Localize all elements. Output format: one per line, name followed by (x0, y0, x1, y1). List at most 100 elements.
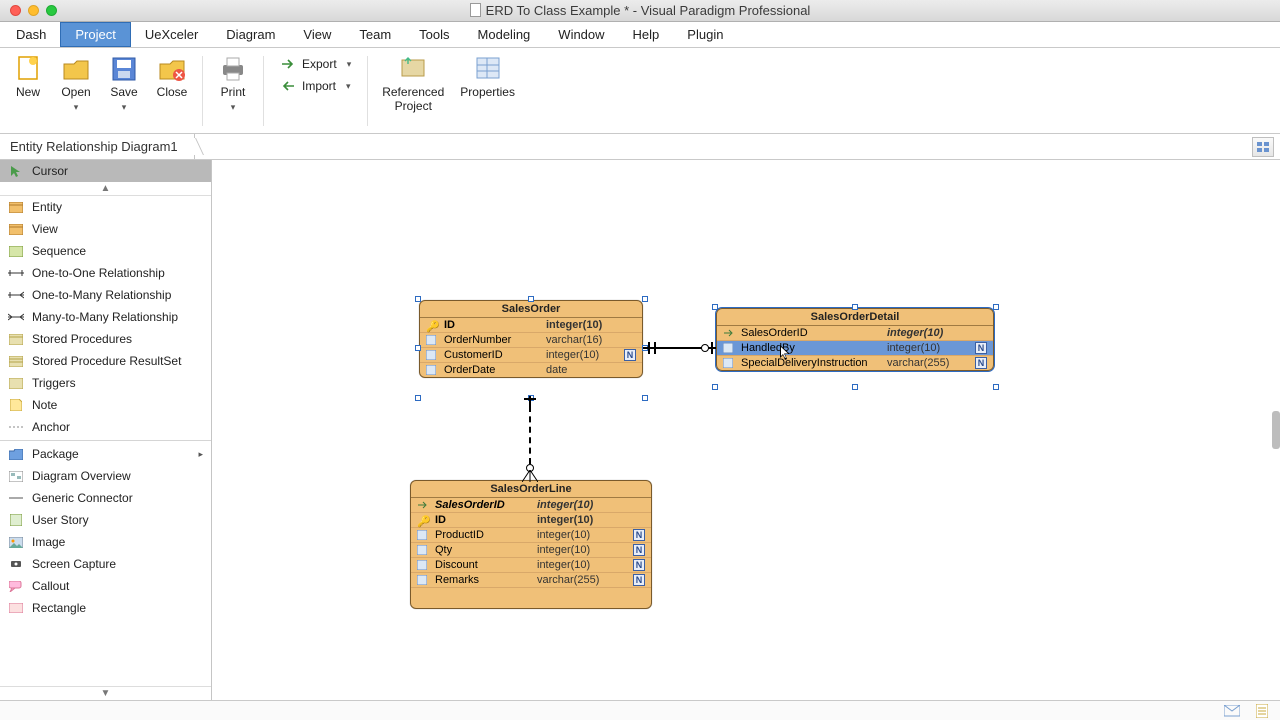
palette-one-to-many[interactable]: One-to-Many Relationship (0, 284, 211, 306)
nullable-badge: N (975, 357, 987, 369)
new-button[interactable]: New (6, 52, 50, 100)
palette-note[interactable]: Note (0, 394, 211, 416)
column-salesorderid[interactable]: SalesOrderIDinteger(10) (717, 326, 993, 341)
column-salesorderid[interactable]: SalesOrderIDinteger(10) (411, 498, 651, 513)
menu-uexceler[interactable]: UeXceler (131, 22, 212, 47)
menu-view[interactable]: View (289, 22, 345, 47)
save-button[interactable]: Save ▾ (102, 52, 146, 113)
diagram-canvas[interactable]: SalesOrder 🔑IDinteger(10) OrderNumbervar… (212, 160, 1280, 700)
menu-team[interactable]: Team (345, 22, 405, 47)
close-window-icon[interactable] (10, 5, 21, 16)
palette-one-to-one[interactable]: One-to-One Relationship (0, 262, 211, 284)
palette-stored-procedures[interactable]: Stored Procedures (0, 328, 211, 350)
column-customerid[interactable]: CustomerIDinteger(10)N (420, 348, 642, 363)
ribbon-separator (367, 56, 368, 126)
handle[interactable] (993, 384, 999, 390)
palette-collapse-down[interactable]: ▼ (0, 686, 211, 700)
stored-procedures-icon (8, 332, 24, 346)
palette-rectangle[interactable]: Rectangle (0, 597, 211, 619)
column-qty[interactable]: Qtyinteger(10)N (411, 543, 651, 558)
menu-help[interactable]: Help (619, 22, 674, 47)
overview-icon (8, 469, 24, 483)
properties-button[interactable]: Properties (454, 52, 521, 100)
palette-stored-procedure-resultset[interactable]: Stored Procedure ResultSet (0, 350, 211, 372)
handle[interactable] (712, 304, 718, 310)
palette-cursor[interactable]: Cursor (0, 160, 211, 182)
message-icon[interactable] (1224, 704, 1240, 718)
entity-salesorderdetail[interactable]: SalesOrderDetail SalesOrderIDinteger(10)… (716, 308, 994, 371)
palette-anchor[interactable]: Anchor (0, 416, 211, 438)
breadcrumb-bar: Entity Relationship Diagram1 (0, 134, 1280, 160)
palette-package[interactable]: Package (0, 443, 211, 465)
chevron-down-icon: ▾ (74, 102, 79, 113)
palette-entity[interactable]: Entity (0, 196, 211, 218)
handle[interactable] (993, 304, 999, 310)
resultset-icon (8, 354, 24, 368)
conn-zero-end (701, 344, 709, 352)
nullable-badge: N (975, 342, 987, 354)
menu-window[interactable]: Window (544, 22, 618, 47)
menu-modeling[interactable]: Modeling (464, 22, 545, 47)
column-specialdeliveryinstruction[interactable]: SpecialDeliveryInstructionvarchar(255)N (717, 356, 993, 370)
nullable-badge: N (633, 574, 645, 586)
window-controls (0, 5, 57, 16)
column-ordernumber[interactable]: OrderNumbervarchar(16) (420, 333, 642, 348)
entity-salesorder[interactable]: SalesOrder 🔑IDinteger(10) OrderNumbervar… (419, 300, 643, 378)
column-productid[interactable]: ProductIDinteger(10)N (411, 528, 651, 543)
palette-generic-connector[interactable]: Generic Connector (0, 487, 211, 509)
import-button[interactable]: Import▾ (276, 76, 355, 96)
handle[interactable] (642, 395, 648, 401)
handle[interactable] (415, 345, 421, 351)
switch-diagram-button[interactable] (1252, 137, 1274, 157)
palette-user-story[interactable]: User Story (0, 509, 211, 531)
properties-icon (473, 54, 503, 84)
column-discount[interactable]: Discountinteger(10)N (411, 558, 651, 573)
entity-title: SalesOrderDetail (717, 309, 993, 326)
nullable-badge: N (624, 349, 636, 361)
relationship-salesorder-line[interactable] (529, 406, 531, 464)
column-remarks[interactable]: Remarksvarchar(255)N (411, 573, 651, 588)
menu-tools[interactable]: Tools (405, 22, 463, 47)
zoom-window-icon[interactable] (46, 5, 57, 16)
notes-icon[interactable] (1254, 704, 1270, 718)
nullable-badge: N (633, 529, 645, 541)
nullable-badge: N (633, 559, 645, 571)
column-orderdate[interactable]: OrderDatedate (420, 363, 642, 377)
handle[interactable] (712, 384, 718, 390)
minimize-window-icon[interactable] (28, 5, 39, 16)
handle[interactable] (415, 296, 421, 302)
window-title: ERD To Class Example * - Visual Paradigm… (0, 3, 1280, 18)
column-handledby[interactable]: HandledByinteger(10)N (717, 341, 993, 356)
print-icon (218, 54, 248, 84)
handle[interactable] (642, 296, 648, 302)
close-button[interactable]: Close (150, 52, 194, 100)
handle[interactable] (852, 384, 858, 390)
palette-collapse-up[interactable]: ▲ (0, 182, 211, 196)
referenced-project-button[interactable]: Referenced Project (376, 52, 450, 114)
palette-callout[interactable]: Callout (0, 575, 211, 597)
column-icon (426, 335, 438, 345)
menu-plugin[interactable]: Plugin (673, 22, 737, 47)
menu-project[interactable]: Project (60, 22, 130, 47)
export-button[interactable]: Export▾ (276, 54, 355, 74)
open-button[interactable]: Open ▾ (54, 52, 98, 113)
palette-image[interactable]: Image (0, 531, 211, 553)
handle[interactable] (415, 395, 421, 401)
palette-diagram-overview[interactable]: Diagram Overview (0, 465, 211, 487)
entity-salesorderline[interactable]: SalesOrderLine SalesOrderIDinteger(10) 🔑… (410, 480, 652, 609)
scrollbar[interactable] (1272, 411, 1280, 449)
menu-dash[interactable]: Dash (2, 22, 60, 47)
handle[interactable] (528, 296, 534, 302)
palette-sequence[interactable]: Sequence (0, 240, 211, 262)
column-id[interactable]: 🔑IDinteger(10) (411, 513, 651, 528)
palette-triggers[interactable]: Triggers (0, 372, 211, 394)
handle[interactable] (852, 304, 858, 310)
breadcrumb[interactable]: Entity Relationship Diagram1 (0, 134, 195, 159)
palette-view[interactable]: View (0, 218, 211, 240)
menu-diagram[interactable]: Diagram (212, 22, 289, 47)
print-button[interactable]: Print ▾ (211, 52, 255, 113)
column-id[interactable]: 🔑IDinteger(10) (420, 318, 642, 333)
one-to-many-icon (8, 288, 24, 302)
palette-screen-capture[interactable]: Screen Capture (0, 553, 211, 575)
palette-many-to-many[interactable]: Many-to-Many Relationship (0, 306, 211, 328)
